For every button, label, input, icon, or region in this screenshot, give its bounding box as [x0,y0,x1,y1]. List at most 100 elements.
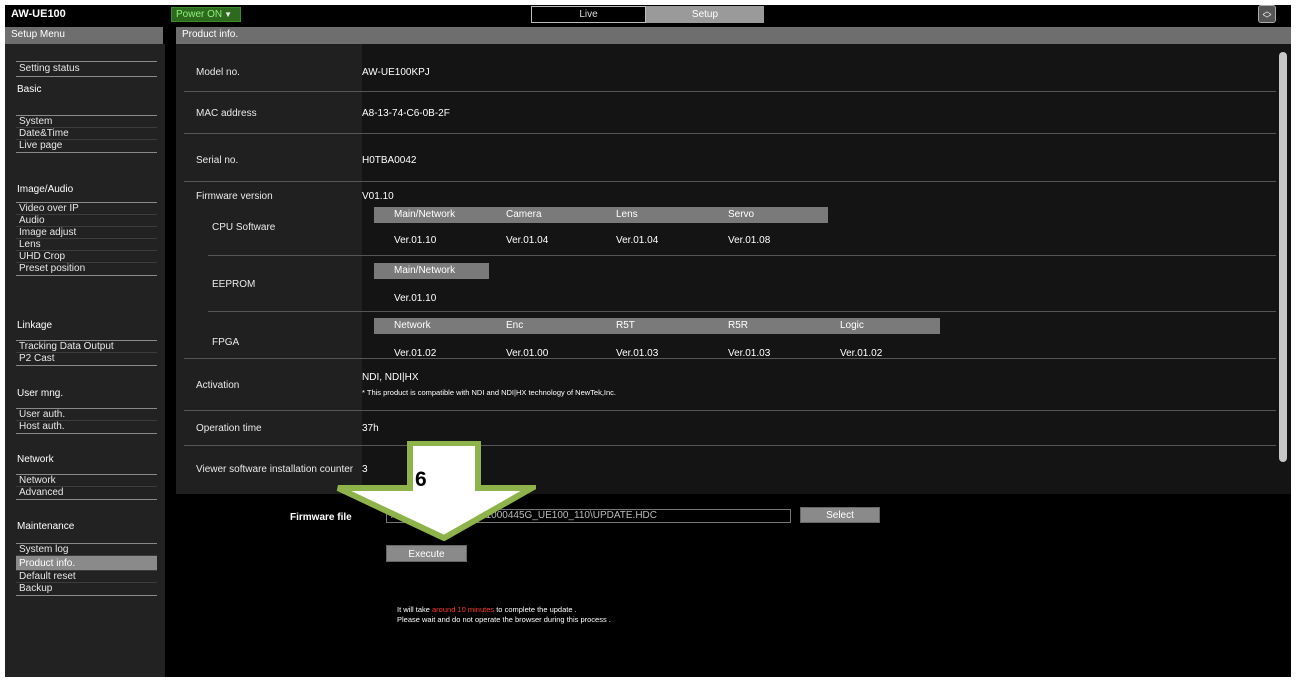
power-button[interactable]: Power ON ▼ [171,7,241,22]
sidebar-item-system-log[interactable]: System log [16,544,157,556]
msg-suffix: to complete the update . [494,605,577,614]
callout-arrow-icon [336,441,536,541]
tab-live[interactable]: Live [531,6,646,23]
sidebar-box-maintenance: System log Product info. Default reset B… [16,543,157,596]
sidebar-item-audio[interactable]: Audio [16,215,157,227]
serial-label: Serial no. [196,155,239,166]
mac-value: A8-13-74-C6-0B-2F [362,108,450,119]
fpga-header-r5r: R5R [728,320,749,331]
divider [208,255,1276,256]
sidebar-box-user-mng: User auth. Host auth. [16,408,157,434]
activation-label: Activation [196,380,240,391]
eeprom-header-main: Main/Network [394,265,456,276]
caret-down-icon: ▼ [224,10,233,19]
sidebar-item-user-auth[interactable]: User auth. [16,409,157,421]
sidebar-item-advanced[interactable]: Advanced [16,487,157,499]
sidebar-item-default-reset[interactable]: Default reset [16,571,157,583]
sidebar-item-uhd-crop[interactable]: UHD Crop [16,251,157,263]
sidebar: Setting status Basic System Date&Time Li… [5,44,165,677]
sidebar-box-image-audio: Video over IP Audio Image adjust Lens UH… [16,202,157,276]
msg-prefix: It will take [397,605,433,614]
fpga-label: FPGA [212,337,240,348]
update-duration-message: It will take around 10 minutes to comple… [397,605,577,614]
sidebar-item-tracking-data-output[interactable]: Tracking Data Output [16,341,157,353]
tab-setup[interactable]: Setup [646,6,764,23]
sidebar-item-lens[interactable]: Lens [16,239,157,251]
firmware-value: V01.10 [362,191,394,202]
app-window: AW-UE100 Power ON ▼ Live Setup ︿ ﹀ Setup M… [5,5,1291,677]
fpga-ver-logic: Ver.01.02 [840,348,883,359]
sidebar-item-network[interactable]: Network [16,475,157,487]
sidebar-group-user-mng: User mng. [17,388,64,399]
cpu-ver-main: Ver.01.10 [394,235,437,246]
row-activation: Activation NDI, NDI|HX * This product is… [184,359,1276,411]
fpga-ver-network: Ver.01.02 [394,348,437,359]
select-button[interactable]: Select [800,507,880,523]
serial-value: H0TBA0042 [362,155,417,166]
vertical-scrollbar[interactable] [1279,52,1287,462]
sidebar-status-box: Setting status [16,61,157,77]
msg-highlight: around 10 minutes [432,605,495,614]
cpu-ver-camera: Ver.01.04 [506,235,549,246]
activation-value: NDI, NDI|HX [362,372,419,383]
product-info-panel: Model no. AW-UE100KPJ MAC address A8-13-… [176,44,1291,494]
product-info-table: Model no. AW-UE100KPJ MAC address A8-13-… [176,44,1276,494]
sidebar-group-image-audio: Image/Audio [17,184,74,195]
operation-value: 37h [362,423,379,434]
sidebar-box-linkage: Tracking Data Output P2 Cast [16,340,157,366]
operation-label: Operation time [196,423,262,434]
row-firmware: Firmware version V01.10 CPU Software Mai… [184,182,1276,359]
sidebar-group-linkage: Linkage [17,320,53,331]
row-serial: Serial no. H0TBA0042 [184,134,1276,182]
cpu-header-bar: Main/Network Camera Lens Servo [374,207,828,223]
setup-menu-header: Setup Menu [5,27,163,44]
fpga-header-bar: Network Enc R5T R5R Logic [374,318,940,334]
cpu-ver-servo: Ver.01.08 [728,235,771,246]
sidebar-item-p2-cast[interactable]: P2 Cast [16,353,157,365]
sidebar-item-product-info[interactable]: Product info. [16,556,157,571]
fpga-header-enc: Enc [506,320,524,331]
eeprom-label: EEPROM [212,279,256,290]
mac-label: MAC address [196,108,257,119]
sidebar-item-setting-status[interactable]: Setting status [16,62,157,76]
sidebar-box-basic: System Date&Time Live page [16,115,157,153]
callout-number: 6 [415,468,427,491]
cpu-software-label: CPU Software [212,222,276,233]
cpu-header-main: Main/Network [394,209,456,220]
fpga-ver-r5r: Ver.01.03 [728,348,771,359]
sidebar-group-network: Network [17,454,54,465]
execute-button[interactable]: Execute [386,545,467,562]
firmware-label: Firmware version [196,191,273,202]
activation-note: * This product is compatible with NDI an… [362,388,617,397]
update-warning-message: Please wait and do not operate the brows… [397,615,611,624]
fpga-ver-enc: Ver.01.00 [506,348,549,359]
row-model: Model no. AW-UE100KPJ [184,44,1276,92]
app-title: AW-UE100 [11,8,66,20]
sidebar-item-datetime[interactable]: Date&Time [16,128,157,140]
power-label: Power ON [176,9,223,20]
top-bar: AW-UE100 Power ON ▼ Live Setup ︿ ﹀ [5,5,1291,25]
cpu-header-lens: Lens [616,209,638,220]
sidebar-group-maintenance: Maintenance [17,521,75,532]
sidebar-item-backup[interactable]: Backup [16,583,157,595]
model-label: Model no. [196,67,240,78]
row-mac: MAC address A8-13-74-C6-0B-2F [184,92,1276,134]
fpga-header-network: Network [394,320,431,331]
fpga-ver-r5t: Ver.01.03 [616,348,659,359]
eeprom-header-bar: Main/Network [374,263,489,279]
sidebar-item-system[interactable]: System [16,116,157,128]
sidebar-item-preset-position[interactable]: Preset position [16,263,157,275]
up-down-chevron-icon[interactable]: ︿ ﹀ [1258,5,1276,24]
cpu-ver-lens: Ver.01.04 [616,235,659,246]
sidebar-group-basic: Basic [17,84,42,95]
cpu-header-camera: Camera [506,209,542,220]
divider [208,311,1276,312]
model-value: AW-UE100KPJ [362,67,430,78]
eeprom-ver-main: Ver.01.10 [394,293,437,304]
sidebar-item-image-adjust[interactable]: Image adjust [16,227,157,239]
sidebar-item-video-over-ip[interactable]: Video over IP [16,203,157,215]
sidebar-item-host-auth[interactable]: Host auth. [16,421,157,433]
fpga-header-r5t: R5T [616,320,635,331]
cpu-header-servo: Servo [728,209,755,220]
sidebar-item-live-page[interactable]: Live page [16,140,157,152]
